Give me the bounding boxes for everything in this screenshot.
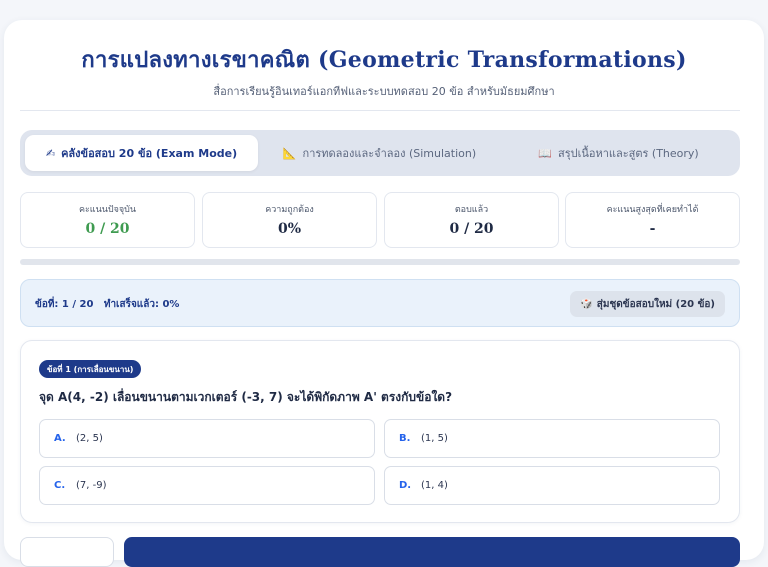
option-key: C. — [54, 480, 66, 491]
option-key: D. — [399, 480, 412, 491]
option-b[interactable]: B. (1, 5) — [384, 419, 720, 458]
stat-value: 0 / 20 — [85, 221, 130, 237]
stat-label: ตอบแล้ว — [454, 205, 489, 215]
tab-exam-mode[interactable]: ✍ คลังข้อสอบ 20 ข้อ (Exam Mode) — [25, 135, 258, 171]
page-subtitle: สื่อการเรียนรู้อินเทอร์แอกทีฟและระบบทดสอ… — [213, 85, 555, 98]
question-progress-text: ข้อที่: 1 / 20 ทำเสร็จแล้ว: 0% — [35, 299, 180, 310]
stat-label: คะแนนสูงสุดที่เคยทำได้ — [606, 205, 699, 215]
tab-label: สรุปเนื้อหาและสูตร (Theory) — [557, 147, 699, 160]
option-value: (7, -9) — [76, 480, 107, 491]
option-value: (2, 5) — [76, 433, 103, 444]
next-question-button[interactable] — [124, 537, 740, 567]
progress-bar — [20, 259, 740, 265]
option-value: (1, 5) — [421, 433, 448, 444]
stat-value: - — [649, 221, 656, 237]
divider — [20, 110, 740, 111]
option-key: B. — [399, 433, 411, 444]
question-card: ข้อที่ 1 (การเลื่อนขนาน) จุด A(4, -2) เล… — [20, 340, 740, 523]
option-value: (1, 4) — [421, 480, 448, 491]
tab-label: คลังข้อสอบ 20 ข้อ (Exam Mode) — [61, 147, 238, 160]
main-card: การแปลงทางเรขาคณิต (Geometric Transforma… — [4, 20, 764, 567]
stat-answered: ตอบแล้ว 0 / 20 — [384, 192, 559, 248]
option-c[interactable]: C. (7, -9) — [39, 466, 375, 505]
writing-hand-icon: ✍ — [45, 146, 56, 160]
prev-question-button[interactable] — [20, 537, 114, 567]
option-a[interactable]: A. (2, 5) — [39, 419, 375, 458]
page-title: การแปลงทางเรขาคณิต (Geometric Transforma… — [81, 47, 687, 73]
stats-row: คะแนนปัจจุบัน 0 / 20 ความถูกต้อง 0% ตอบแ… — [20, 192, 740, 248]
question-badge: ข้อที่ 1 (การเลื่อนขนาน) — [39, 360, 142, 378]
stat-accuracy: ความถูกต้อง 0% — [202, 192, 377, 248]
mode-tabs: ✍ คลังข้อสอบ 20 ข้อ (Exam Mode) 📐 การทดล… — [20, 130, 740, 176]
option-d[interactable]: D. (1, 4) — [384, 466, 720, 505]
dice-icon: 🎲 — [580, 298, 593, 310]
shuffle-label: สุ่มชุดข้อสอบใหม่ (20 ข้อ) — [596, 298, 715, 310]
stat-value: 0 / 20 — [449, 221, 494, 237]
shuffle-exam-button[interactable]: 🎲 สุ่มชุดข้อสอบใหม่ (20 ข้อ) — [570, 291, 725, 317]
question-text: จุด A(4, -2) เลื่อนขนานตามเวกเตอร์ (-3, … — [39, 390, 453, 404]
tab-theory[interactable]: 📖 สรุปเนื้อหาและสูตร (Theory) — [502, 135, 735, 171]
stat-label: คะแนนปัจจุบัน — [78, 205, 137, 215]
option-key: A. — [54, 433, 66, 444]
question-status-bar: ข้อที่: 1 / 20 ทำเสร็จแล้ว: 0% 🎲 สุ่มชุด… — [20, 279, 740, 327]
tab-simulation[interactable]: 📐 การทดลองและจำลอง (Simulation) — [263, 135, 496, 171]
triangle-ruler-icon: 📐 — [282, 146, 297, 160]
stat-high-score: คะแนนสูงสุดที่เคยทำได้ - — [565, 192, 740, 248]
stat-current-score: คะแนนปัจจุบัน 0 / 20 — [20, 192, 195, 248]
stat-label: ความถูกต้อง — [265, 205, 314, 215]
open-book-icon: 📖 — [538, 146, 552, 160]
tab-label: การทดลองและจำลอง (Simulation) — [302, 147, 477, 160]
stat-value: 0% — [277, 221, 302, 237]
